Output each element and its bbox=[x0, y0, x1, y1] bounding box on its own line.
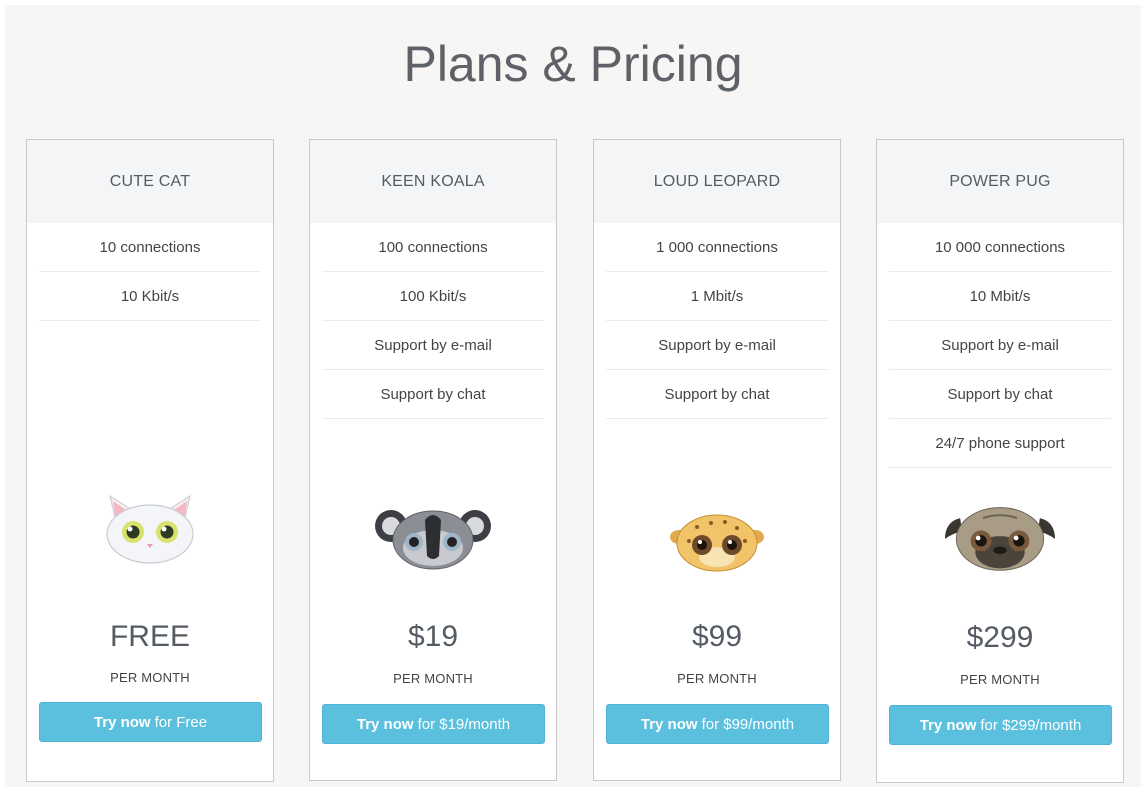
try-now-button[interactable]: Try now for $99/month bbox=[606, 704, 829, 744]
feature-list: 10 connections 10 Kbit/s bbox=[39, 223, 261, 321]
plan-name: CUTE CAT bbox=[27, 140, 273, 223]
pricing-page: Plans & Pricing CUTE CAT 10 connections … bbox=[5, 5, 1141, 787]
plan-period: PER MONTH bbox=[393, 671, 473, 686]
feature-item: 24/7 phone support bbox=[889, 419, 1111, 468]
feature-list: 10 000 connections 10 Mbit/s Support by … bbox=[889, 223, 1111, 468]
plan-name: LOUD LEOPARD bbox=[594, 140, 840, 223]
plan-card-keen-koala: KEEN KOALA 100 connections 100 Kbit/s Su… bbox=[309, 139, 557, 781]
feature-item: Support by e-mail bbox=[889, 321, 1111, 370]
page-title: Plans & Pricing bbox=[403, 36, 743, 92]
button-rest-text: for $19/month bbox=[417, 715, 511, 733]
plan-name: KEEN KOALA bbox=[310, 140, 556, 223]
feature-item: 1 000 connections bbox=[606, 223, 828, 272]
plan-price: $19 bbox=[407, 620, 459, 653]
feature-item: 10 connections bbox=[39, 223, 261, 272]
try-now-button[interactable]: Try now for $299/month bbox=[889, 705, 1112, 745]
pug-icon bbox=[944, 507, 1056, 571]
leopard-icon bbox=[670, 514, 764, 572]
feature-item: 1 Mbit/s bbox=[606, 272, 828, 321]
button-strong-text: Try now bbox=[640, 715, 698, 733]
feature-item: 100 Kbit/s bbox=[322, 272, 544, 321]
feature-list: 1 000 connections 1 Mbit/s Support by e-… bbox=[606, 223, 828, 419]
plan-period: PER MONTH bbox=[110, 670, 190, 685]
plan-card-power-pug: POWER PUG 10 000 connections 10 Mbit/s S… bbox=[876, 139, 1124, 783]
plan-period: PER MONTH bbox=[677, 671, 757, 686]
feature-list: 100 connections 100 Kbit/s Support by e-… bbox=[322, 223, 544, 419]
feature-item: Support by e-mail bbox=[606, 321, 828, 370]
feature-item: 100 connections bbox=[322, 223, 544, 272]
cat-icon bbox=[106, 494, 194, 564]
try-now-button[interactable]: Try now for Free bbox=[39, 702, 262, 742]
button-rest-text: for $299/month bbox=[980, 716, 1082, 734]
feature-item: 10 Kbit/s bbox=[39, 272, 261, 321]
plan-card-loud-leopard: LOUD LEOPARD 1 000 connections 1 Mbit/s … bbox=[593, 139, 841, 781]
plan-price: $99 bbox=[691, 620, 743, 653]
feature-item: Support by e-mail bbox=[322, 321, 544, 370]
plan-period: PER MONTH bbox=[960, 672, 1040, 687]
button-strong-text: Try now bbox=[356, 715, 414, 733]
button-strong-text: Try now bbox=[93, 713, 151, 731]
plan-price: FREE bbox=[109, 620, 190, 653]
plan-price: $299 bbox=[966, 621, 1034, 654]
button-rest-text: for Free bbox=[154, 713, 208, 731]
plan-name: POWER PUG bbox=[877, 140, 1123, 223]
plan-card-cute-cat: CUTE CAT 10 connections 10 Kbit/s FREE P… bbox=[26, 139, 274, 782]
feature-item: Support by chat bbox=[322, 370, 544, 419]
feature-item: Support by chat bbox=[889, 370, 1111, 419]
button-strong-text: Try now bbox=[919, 716, 977, 734]
button-rest-text: for $99/month bbox=[701, 715, 795, 733]
feature-item: Support by chat bbox=[606, 370, 828, 419]
feature-item: 10 Mbit/s bbox=[889, 272, 1111, 321]
try-now-button[interactable]: Try now for $19/month bbox=[322, 704, 545, 744]
koala-icon bbox=[375, 510, 491, 570]
feature-item: 10 000 connections bbox=[889, 223, 1111, 272]
